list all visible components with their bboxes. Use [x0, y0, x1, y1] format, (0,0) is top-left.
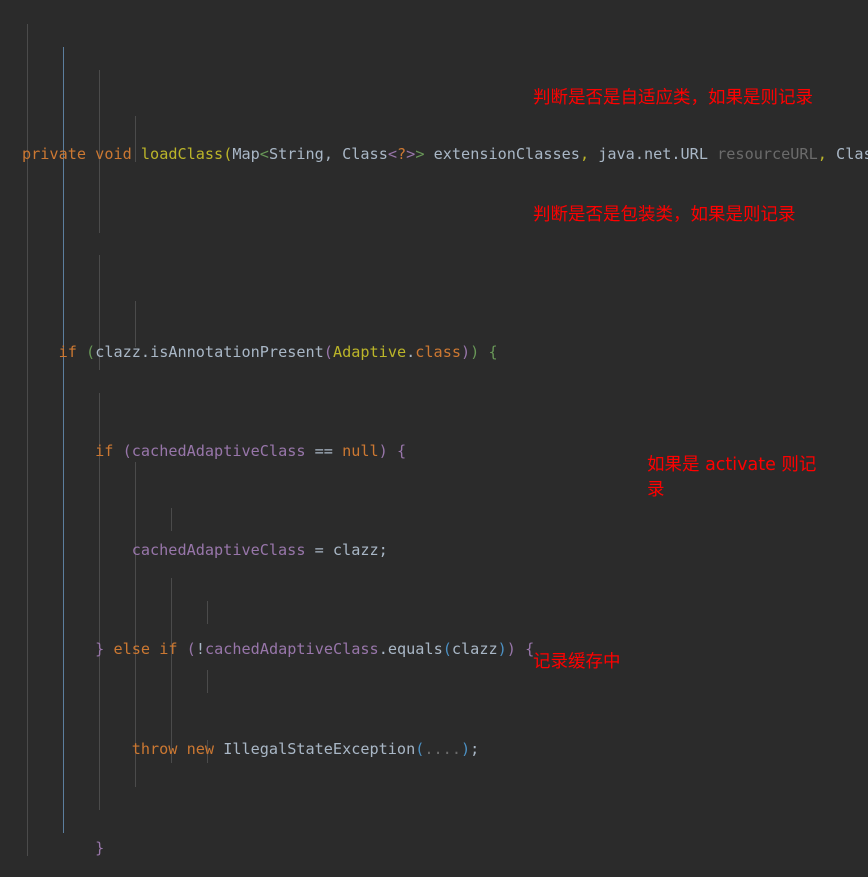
token-Adaptive: Adaptive — [332, 343, 407, 362]
token-type-string: String — [268, 145, 324, 163]
token-new-7: new — [186, 739, 215, 758]
token-wildcard: ? — [397, 145, 407, 163]
code-line-2-blank — [0, 242, 868, 265]
token-clazz-3: clazz — [95, 343, 141, 362]
code-line-1: private void loadClass(Map<String, Class… — [0, 143, 868, 166]
source-code[interactable]: private void loadClass(Map<String, Class… — [0, 0, 868, 877]
token-private: private — [22, 145, 87, 163]
token-cachedAdaptiveClass-4: cachedAdaptiveClass — [131, 442, 306, 461]
token-throw-7: throw — [131, 739, 178, 758]
token-if-3: if — [58, 343, 77, 362]
token-method-loadClass: loadClass — [140, 145, 224, 163]
token-equals-6: equals — [387, 640, 443, 659]
token-folded-args-7: .... — [424, 739, 461, 758]
token-isAnnotationPresent: isAnnotationPresent — [150, 343, 324, 362]
annotation-note-wrapper: 判断是否是包装类，如果是则记录 — [533, 205, 796, 225]
token-cachedAdaptiveClass-5: cachedAdaptiveClass — [131, 541, 306, 560]
token-clazz-5: clazz — [332, 541, 379, 560]
token-param-extensionClasses: extensionClasses — [433, 145, 580, 163]
token-null-4: null — [342, 442, 379, 461]
code-line-5: cachedAdaptiveClass = clazz; — [131, 541, 388, 560]
token-if-6: if — [159, 640, 178, 659]
token-cachedAdaptiveClass-6: cachedAdaptiveClass — [204, 640, 379, 659]
code-editor-screenshot: private void loadClass(Map<String, Class… — [0, 0, 868, 877]
token-type-java-net-url: java.net.URL — [598, 145, 708, 163]
token-IllegalStateException-7: IllegalStateException — [223, 739, 416, 758]
token-type-map: Map — [232, 145, 260, 163]
token-else-6: else — [113, 640, 151, 659]
token-type-class: Class — [342, 145, 388, 163]
token-param-resourceURL: resourceURL — [717, 145, 818, 163]
annotation-note-activate: 如果是 activate 则记录 — [647, 455, 817, 500]
code-line-3: if (clazz.isAnnotationPresent(Adaptive.c… — [58, 343, 498, 362]
token-class-kw-3: class — [415, 343, 461, 362]
token-if-4: if — [95, 442, 114, 461]
code-line-6: } else if (!cachedAdaptiveClass.equals(c… — [95, 640, 535, 659]
token-type-class-2: Class — [836, 145, 868, 163]
code-line-7: throw new IllegalStateException(....); — [131, 739, 480, 758]
annotation-note-adaptive: 判断是否是自适应类，如果是则记录 — [533, 88, 813, 108]
token-clazz-6: clazz — [451, 640, 498, 659]
token-void: void — [95, 145, 132, 163]
code-line-8: } — [95, 838, 105, 857]
code-line-blank-top — [0, 76, 868, 86]
annotation-note-cache: 记录缓存中 — [533, 652, 621, 672]
